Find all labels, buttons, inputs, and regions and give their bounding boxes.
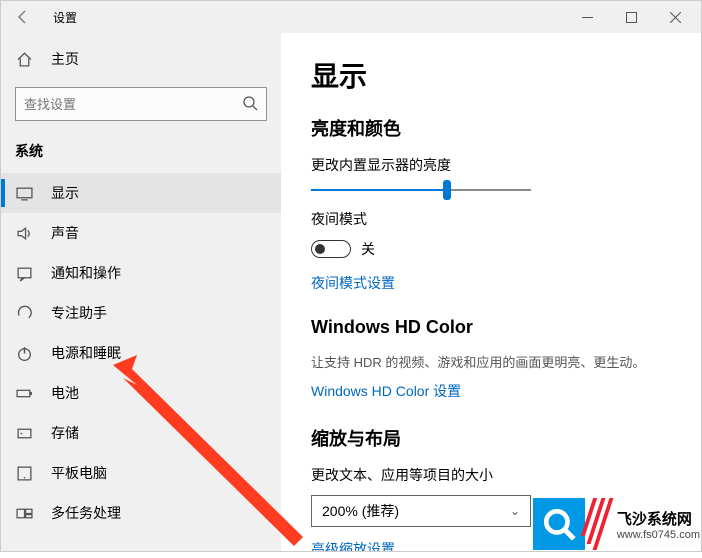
scale-value: 200% (推荐) (322, 501, 399, 521)
brightness-slider[interactable] (311, 189, 531, 191)
sidebar-item-label: 专注助手 (51, 303, 107, 323)
watermark-logo-icon (533, 498, 585, 550)
sidebar-item-notifications[interactable]: 通知和操作 (1, 253, 281, 293)
close-button[interactable] (653, 2, 697, 32)
titlebar: 设置 (1, 1, 701, 33)
hdcolor-link[interactable]: Windows HD Color 设置 (311, 381, 671, 401)
nightlight-settings-link[interactable]: 夜间模式设置 (311, 273, 671, 293)
tablet-icon (15, 465, 33, 482)
search-icon (242, 95, 258, 114)
watermark: 飞沙系统网 www.fs0745.com (533, 498, 700, 550)
section-label: 系统 (1, 135, 281, 173)
page-title: 显示 (311, 55, 671, 95)
chevron-down-icon: ⌄ (510, 504, 520, 518)
watermark-bars-icon (587, 498, 605, 550)
sidebar: 主页 系统 显示 声音 通知和操作 (1, 33, 281, 551)
scale-label: 更改文本、应用等项目的大小 (311, 465, 671, 485)
home-label: 主页 (51, 49, 79, 69)
sidebar-item-focus[interactable]: 专注助手 (1, 293, 281, 333)
main-content: 显示 亮度和颜色 更改内置显示器的亮度 夜间模式 关 夜间模式设置 Window… (281, 33, 701, 551)
sidebar-item-tablet[interactable]: 平板电脑 (1, 453, 281, 493)
notification-icon (15, 265, 33, 282)
home-icon (15, 51, 33, 68)
sidebar-item-multitask[interactable]: 多任务处理 (1, 493, 281, 533)
watermark-url: www.fs0745.com (617, 529, 700, 541)
sidebar-item-power[interactable]: 电源和睡眠 (1, 333, 281, 373)
sound-icon (15, 225, 33, 242)
scale-heading: 缩放与布局 (311, 425, 671, 451)
brightness-heading: 亮度和颜色 (311, 115, 671, 141)
sidebar-item-label: 多任务处理 (51, 503, 121, 523)
battery-icon (15, 385, 33, 402)
storage-icon (15, 425, 33, 442)
back-button[interactable] (9, 3, 37, 31)
sidebar-item-label: 通知和操作 (51, 263, 121, 283)
sidebar-item-label: 显示 (51, 183, 79, 203)
search-input[interactable] (24, 97, 223, 112)
window-title: 设置 (53, 9, 77, 26)
maximize-button[interactable] (609, 2, 653, 32)
hdcolor-heading: Windows HD Color (311, 317, 671, 338)
sidebar-item-display[interactable]: 显示 (1, 173, 281, 213)
nightlight-label: 夜间模式 (311, 209, 671, 229)
watermark-name: 飞沙系统网 (617, 508, 700, 529)
power-icon (15, 345, 33, 362)
sidebar-item-label: 电池 (51, 383, 79, 403)
focus-icon (15, 305, 33, 322)
hdcolor-desc: 让支持 HDR 的视频、游戏和应用的画面更明亮、更生动。 (311, 352, 671, 371)
sidebar-item-label: 平板电脑 (51, 463, 107, 483)
minimize-button[interactable] (565, 2, 609, 32)
nightlight-toggle[interactable] (311, 240, 351, 258)
sidebar-item-sound[interactable]: 声音 (1, 213, 281, 253)
sidebar-item-label: 声音 (51, 223, 79, 243)
home-button[interactable]: 主页 (1, 39, 281, 79)
sidebar-item-storage[interactable]: 存储 (1, 413, 281, 453)
multitask-icon (15, 505, 33, 522)
sidebar-item-label: 存储 (51, 423, 79, 443)
sidebar-item-battery[interactable]: 电池 (1, 373, 281, 413)
brightness-label: 更改内置显示器的亮度 (311, 155, 671, 175)
scale-combobox[interactable]: 200% (推荐) ⌄ (311, 495, 531, 527)
sidebar-item-label: 电源和睡眠 (51, 343, 121, 363)
display-icon (15, 185, 33, 202)
search-input-wrap[interactable] (15, 87, 267, 121)
nightlight-state: 关 (361, 239, 375, 259)
